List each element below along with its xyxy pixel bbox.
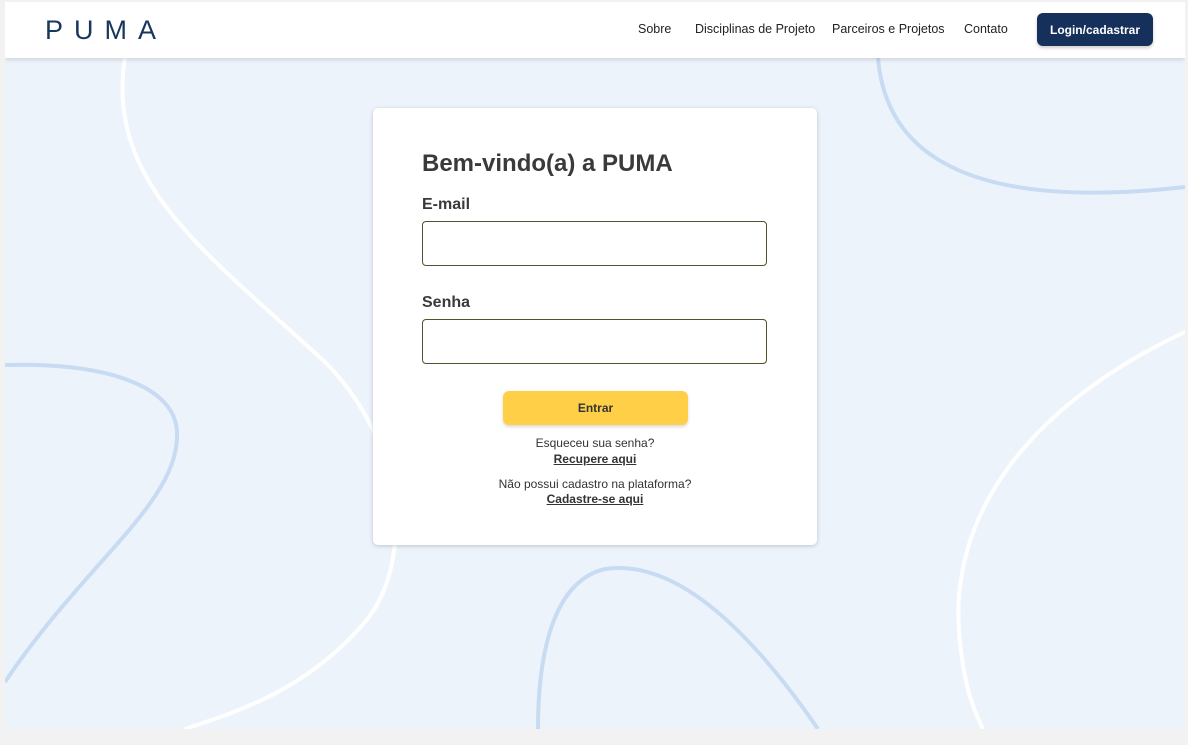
email-field[interactable] [422, 221, 767, 266]
no-account-text: Não possui cadastro na plataforma? [498, 477, 692, 491]
login-register-button[interactable]: Login/cadastrar [1037, 13, 1153, 46]
decor-curve [5, 362, 180, 684]
nav-link-sobre[interactable]: Sobre [638, 22, 671, 36]
login-title: Bem-vindo(a) a PUMA [422, 150, 673, 177]
forgot-password-text: Esqueceu sua senha? [535, 436, 655, 450]
page-frame: PUMA Sobre Disciplinas de Projeto Parcei… [5, 2, 1185, 729]
top-navbar: PUMA Sobre Disciplinas de Projeto Parcei… [5, 2, 1185, 58]
email-label: E-mail [422, 196, 471, 213]
submit-button[interactable]: Entrar [503, 391, 688, 425]
decor-curve [536, 565, 820, 729]
puma-logo[interactable]: PUMA [45, 15, 167, 46]
password-field[interactable] [422, 319, 767, 364]
recover-password-link[interactable]: Recupere aqui [373, 452, 817, 466]
decor-curve [956, 330, 1185, 729]
register-link[interactable]: Cadastre-se aqui [373, 492, 817, 506]
password-label: Senha [422, 294, 471, 311]
nav-link-parceiros[interactable]: Parceiros e Projetos [832, 22, 945, 36]
login-card: Bem-vindo(a) a PUMA E-mail Senha Entrar … [373, 108, 817, 545]
nav-link-contato[interactable]: Contato [964, 22, 1008, 36]
decor-curve [876, 56, 1185, 195]
nav-link-disciplinas[interactable]: Disciplinas de Projeto [695, 22, 815, 36]
decor-curve [120, 56, 398, 729]
